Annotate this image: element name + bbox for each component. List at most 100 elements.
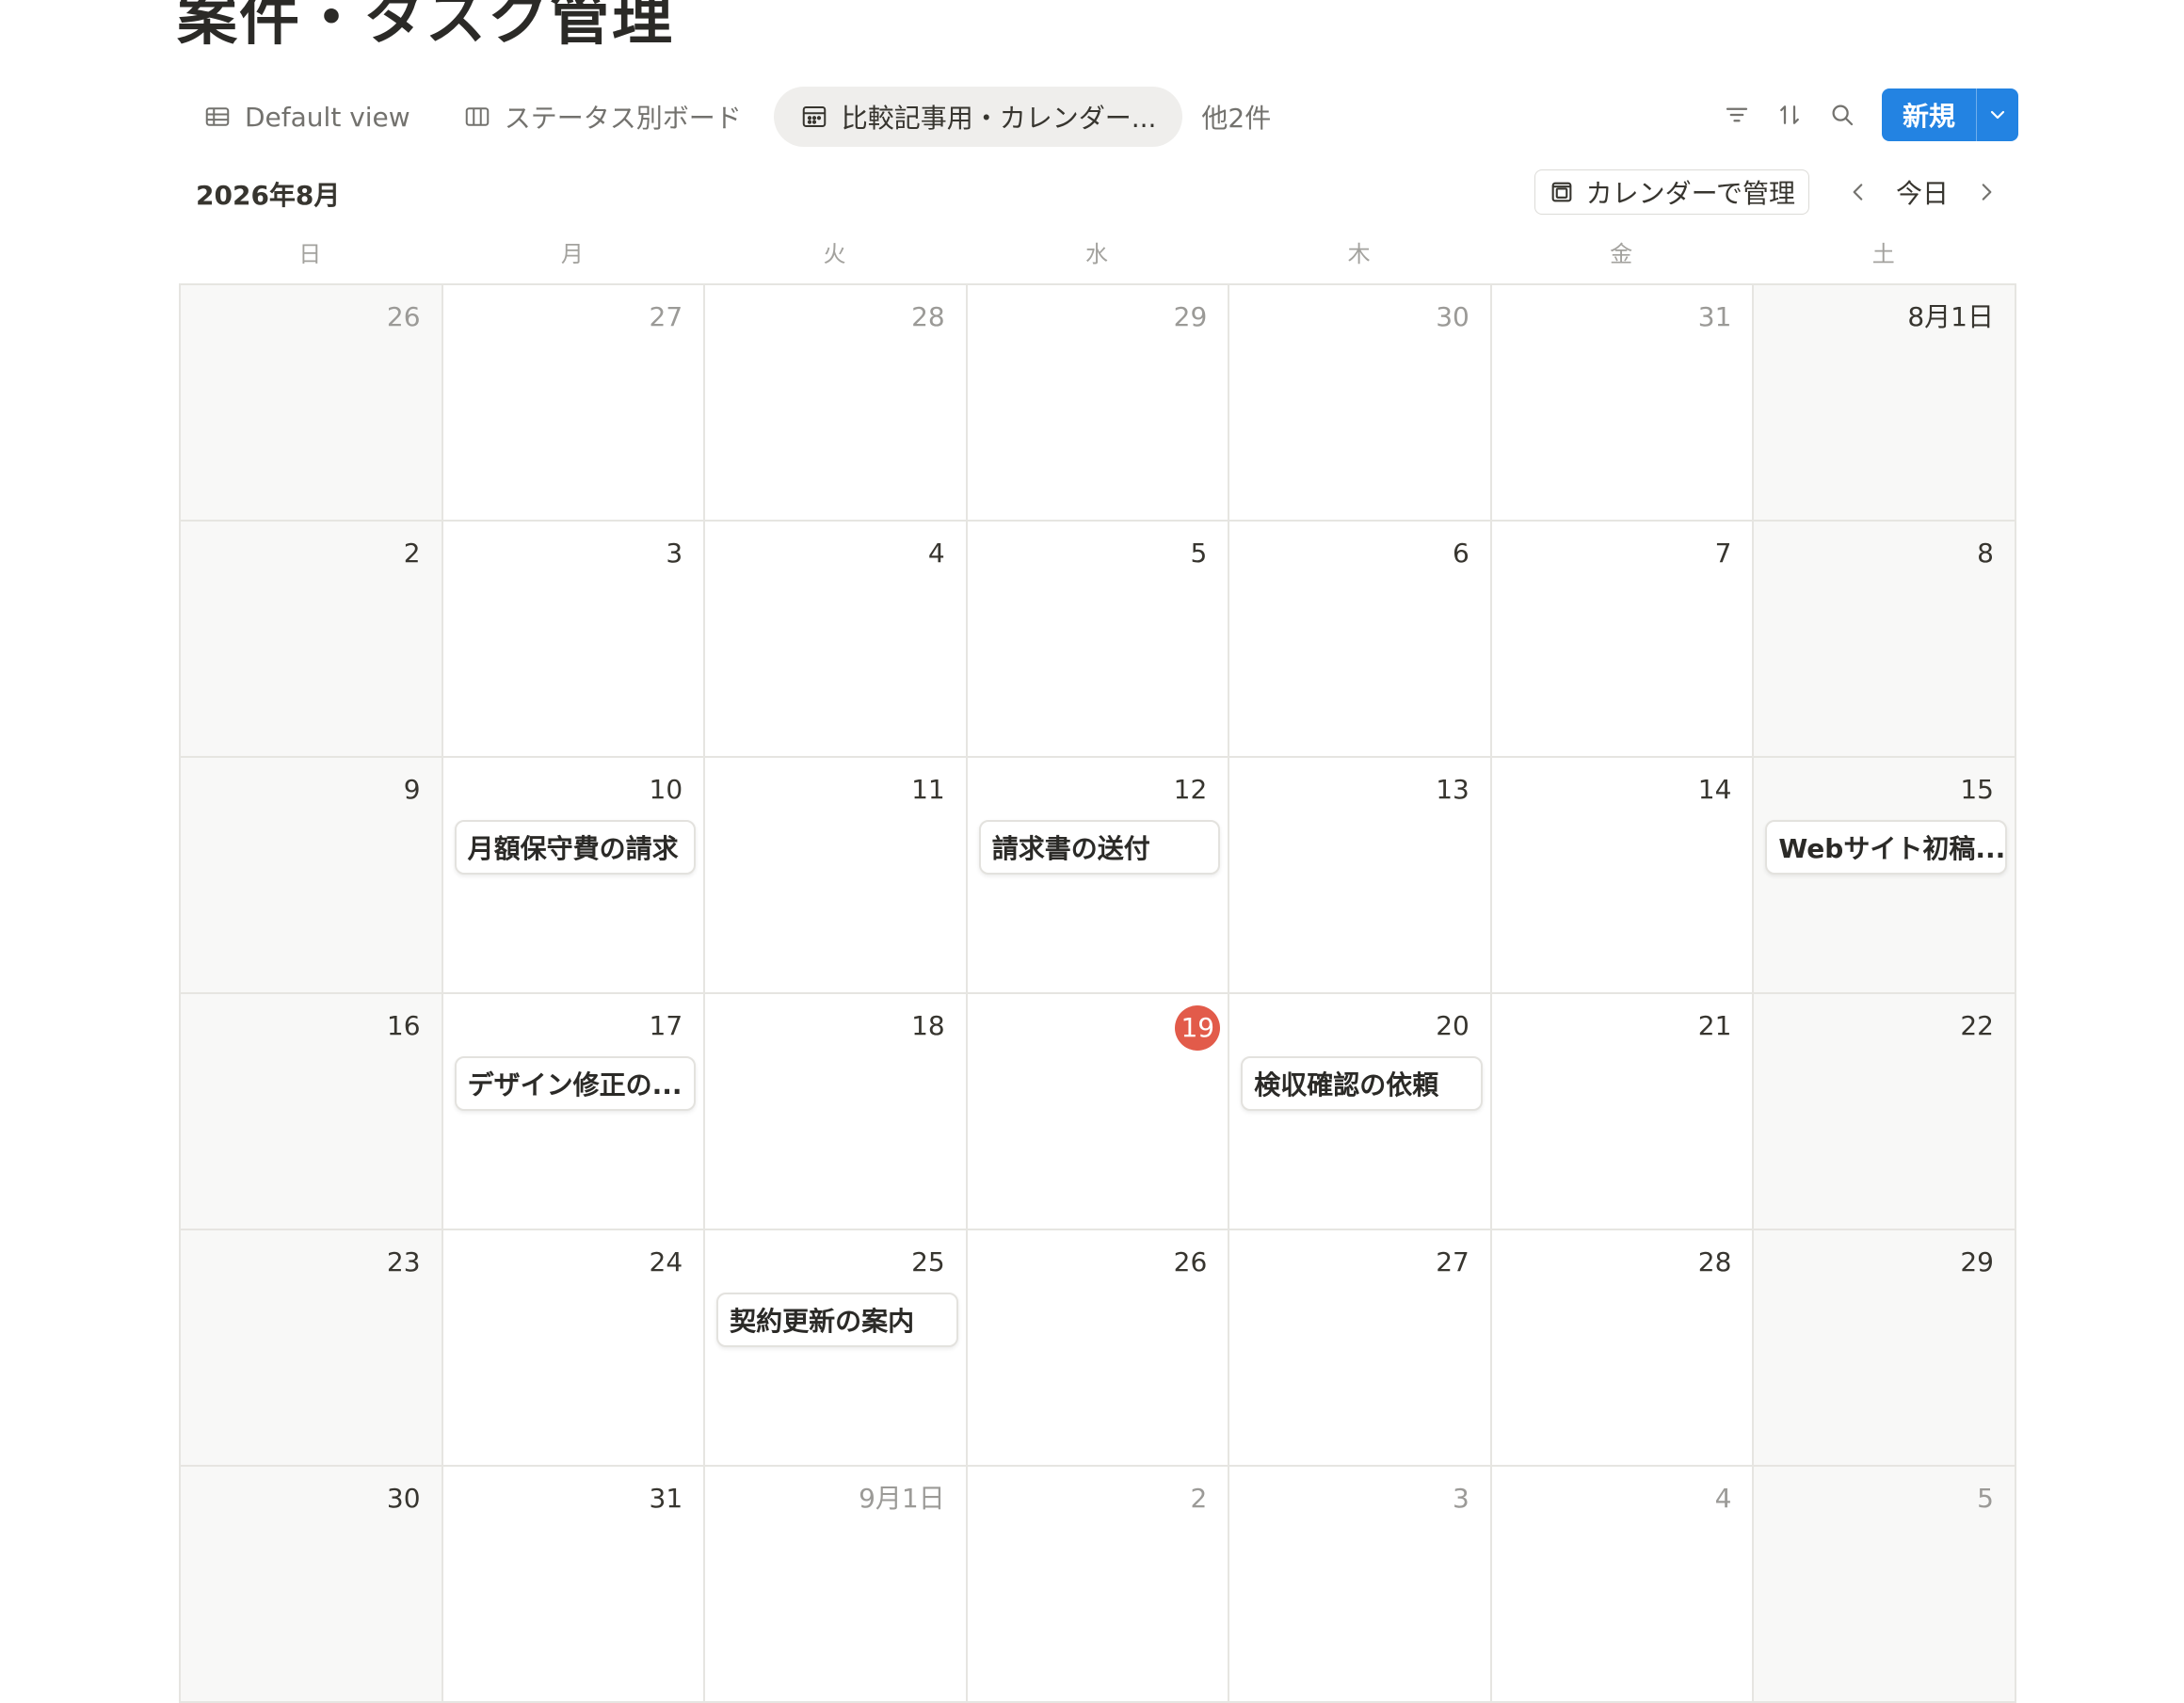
tab-label: 比較記事用・カレンダー...: [841, 103, 1157, 134]
day-number: 9月1日: [859, 1483, 945, 1514]
calendar-day-cell[interactable]: 12 請求書の送付: [967, 758, 1230, 994]
calendar-day-cell[interactable]: 7: [1491, 522, 1755, 758]
month-label: 2026年8月: [196, 180, 341, 211]
calendar-icon: [802, 106, 826, 127]
event-card[interactable]: 月額保守費の請求: [454, 820, 697, 875]
day-number: 20: [1436, 1010, 1469, 1041]
day-number: 10: [649, 774, 683, 805]
calendar-day-cell[interactable]: 3: [1229, 1467, 1492, 1703]
calendar-day-cell[interactable]: 18: [705, 994, 968, 1230]
weekday-label: 火: [823, 241, 846, 267]
calendar-day-cell[interactable]: 31: [1491, 285, 1755, 522]
search-button[interactable]: [1816, 88, 1869, 141]
calendar-day-cell[interactable]: 23: [181, 1230, 443, 1467]
day-number: 6: [1453, 538, 1469, 569]
calendar-day-cell[interactable]: 17 デザイン修正の...: [442, 994, 706, 1230]
calendar-day-cell[interactable]: 28: [705, 285, 968, 522]
previous-month-button[interactable]: [1838, 171, 1879, 213]
day-number: 2: [403, 538, 421, 569]
day-number: 22: [1960, 1010, 1994, 1041]
calendar-day-cell[interactable]: 2: [967, 1467, 1230, 1703]
filter-icon: [1726, 107, 1748, 122]
day-number: 21: [1697, 1010, 1732, 1041]
calendar-day-cell[interactable]: 5: [1754, 1467, 2016, 1703]
weekday-label: 水: [1085, 241, 1109, 267]
day-number: 18: [911, 1010, 945, 1041]
day-number: 28: [911, 301, 945, 332]
day-number: 29: [1960, 1246, 1994, 1277]
weekday-label: 金: [1610, 241, 1633, 267]
day-number: 27: [649, 301, 683, 332]
weekday-label: 日: [298, 241, 322, 267]
more-views-button[interactable]: 他2件: [1182, 87, 1290, 147]
calendar-day-cell[interactable]: 19: [967, 994, 1230, 1230]
calendar-day-cell[interactable]: 27: [1229, 1230, 1492, 1467]
weekday-label: 木: [1347, 241, 1371, 267]
view-toolbar: 新規: [1710, 88, 2018, 141]
calendar-day-cell[interactable]: 10 月額保守費の請求: [442, 758, 706, 994]
next-month-button[interactable]: [1966, 171, 2007, 213]
tab-default-view[interactable]: Default view: [177, 87, 437, 147]
calendar-day-cell[interactable]: 9月1日: [705, 1467, 968, 1703]
day-number: 26: [386, 301, 421, 332]
calendar-grid: 26 27 28 29 30 31 8月1日 2 3 4 5 6 7 8 9 10 月額保守費の請求 11 12 請求…: [179, 283, 2016, 1703]
new-button[interactable]: 新規: [1882, 88, 1976, 141]
calendar-day-cell[interactable]: 13: [1229, 758, 1492, 994]
calendar-day-cell[interactable]: 25 契約更新の案内: [705, 1230, 968, 1467]
calendar-day-cell[interactable]: 31: [442, 1467, 706, 1703]
day-number: 3: [666, 538, 683, 569]
day-number: 31: [1697, 301, 1732, 332]
calendar-day-cell[interactable]: 16: [181, 994, 443, 1230]
day-number: 25: [911, 1246, 945, 1277]
manage-in-calendar-button[interactable]: カレンダーで管理: [1534, 169, 1809, 215]
new-dropdown-button[interactable]: [1976, 88, 2018, 141]
day-number: 7: [1714, 538, 1732, 569]
calendar-day-cell[interactable]: 6: [1229, 522, 1492, 758]
calendar-day-cell[interactable]: 30: [1229, 285, 1492, 522]
event-card[interactable]: 検収確認の依頼: [1241, 1056, 1483, 1111]
event-card[interactable]: 契約更新の案内: [716, 1293, 958, 1347]
filter-button[interactable]: [1710, 88, 1763, 141]
day-number: 11: [911, 774, 945, 805]
chevron-down-icon: [1990, 110, 2005, 120]
calendar-day-cell[interactable]: 8: [1754, 522, 2016, 758]
calendar-day-cell[interactable]: 27: [442, 285, 706, 522]
event-card[interactable]: Webサイト初稿...: [1765, 820, 2007, 875]
today-button[interactable]: 今日: [1888, 173, 1956, 211]
calendar-day-cell[interactable]: 21: [1491, 994, 1755, 1230]
calendar-day-cell[interactable]: 3: [442, 522, 706, 758]
calendar-day-cell[interactable]: 8月1日: [1754, 285, 2016, 522]
calendar-day-cell[interactable]: 4: [705, 522, 968, 758]
day-number: 5: [1977, 1483, 1994, 1514]
calendar-day-cell[interactable]: 26: [967, 1230, 1230, 1467]
calendar-day-cell[interactable]: 4: [1491, 1467, 1755, 1703]
calendar-day-cell[interactable]: 2: [181, 522, 443, 758]
day-number: 30: [1436, 301, 1469, 332]
calendar-day-cell[interactable]: 9: [181, 758, 443, 994]
calendar-day-cell[interactable]: 29: [967, 285, 1230, 522]
calendar-day-cell[interactable]: 20 検収確認の依頼: [1229, 994, 1492, 1230]
weekday-label: 土: [1871, 241, 1895, 267]
sort-button[interactable]: [1763, 88, 1816, 141]
calendar-day-cell[interactable]: 29: [1754, 1230, 2016, 1467]
day-number: 27: [1436, 1246, 1469, 1277]
calendar-day-cell[interactable]: 26: [181, 285, 443, 522]
calendar-day-cell[interactable]: 30: [181, 1467, 443, 1703]
calendar-day-cell[interactable]: 24: [442, 1230, 706, 1467]
calendar-day-cell[interactable]: 5: [967, 522, 1230, 758]
new-button-group: 新規: [1881, 88, 2018, 141]
calendar-day-cell[interactable]: 22: [1754, 994, 2016, 1230]
calendar-day-cell[interactable]: 14: [1491, 758, 1755, 994]
day-number: 30: [386, 1483, 421, 1514]
calendar-day-cell[interactable]: 28: [1491, 1230, 1755, 1467]
calendar-day-cell[interactable]: 15 Webサイト初稿...: [1754, 758, 2016, 994]
event-card[interactable]: デザイン修正の...: [454, 1056, 697, 1111]
tab-status-board[interactable]: ステータス別ボード: [437, 87, 768, 147]
day-number: 2: [1190, 1483, 1208, 1514]
day-number: 8: [1977, 538, 1994, 569]
calendar-day-cell[interactable]: 11: [705, 758, 968, 994]
tab-calendar[interactable]: 比較記事用・カレンダー...: [773, 87, 1183, 147]
search-icon: [1832, 104, 1854, 126]
event-card[interactable]: 請求書の送付: [978, 820, 1221, 875]
page-title: 案件・タスク管理: [177, 0, 674, 54]
